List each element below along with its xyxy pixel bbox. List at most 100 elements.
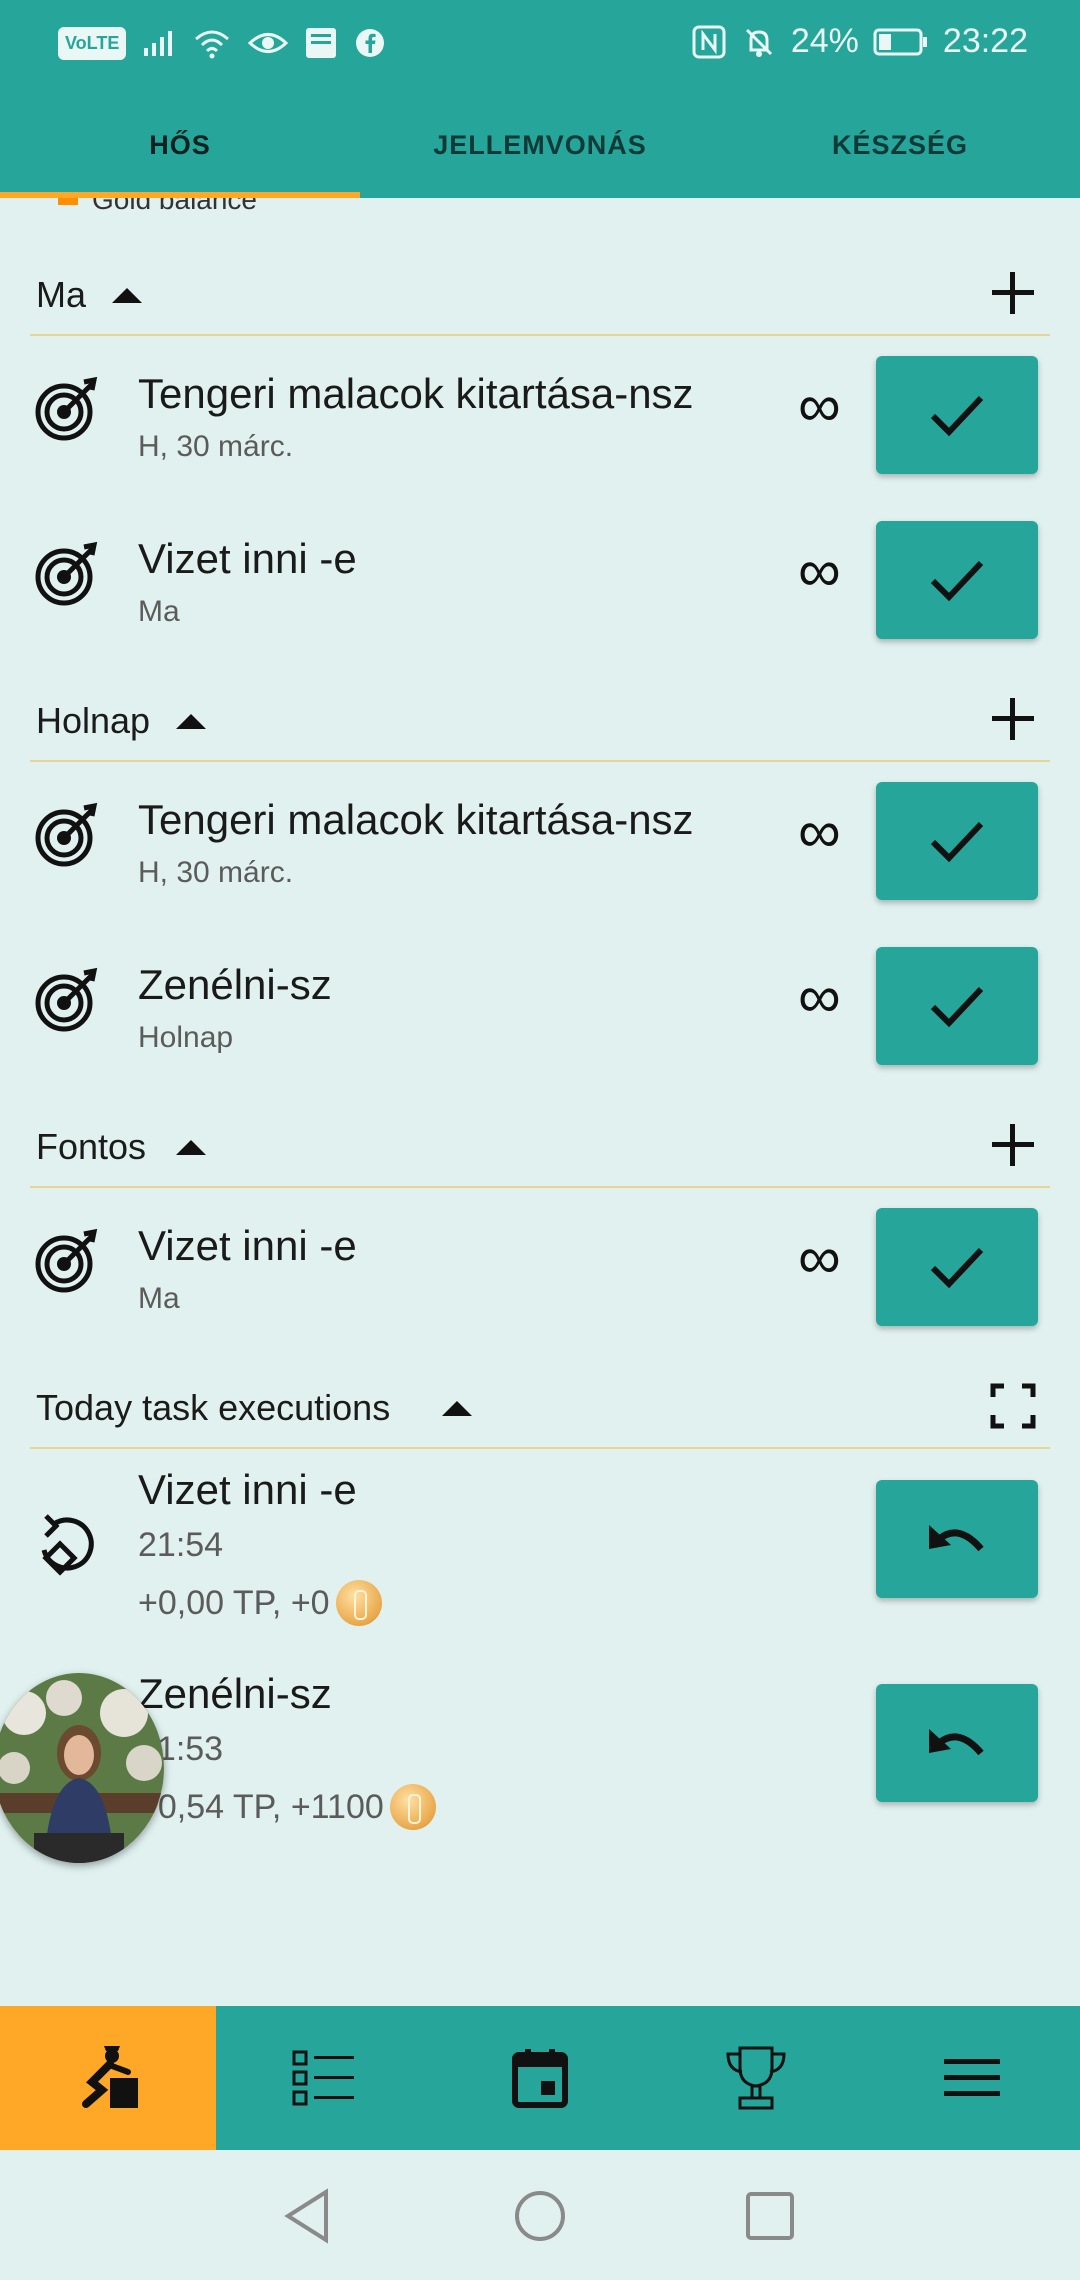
nav-achievements[interactable] — [648, 2006, 864, 2150]
hero-icon — [82, 2046, 138, 2108]
collapse-caret-icon[interactable] — [176, 714, 206, 729]
execution-reward: +0,00 TP, +0 — [138, 1580, 382, 1626]
plus-icon[interactable] — [988, 1120, 1038, 1170]
gold-coin-icon — [389, 1784, 436, 1830]
facebook-icon — [356, 29, 385, 57]
check-icon — [930, 986, 984, 1028]
complete-task-button[interactable] — [876, 782, 1038, 900]
collapse-caret-icon[interactable] — [442, 1401, 472, 1416]
eye-icon — [248, 33, 289, 53]
task-title: Tengeri malacok kitartása-nsz — [138, 370, 694, 417]
task-due-date: Ma — [138, 1282, 180, 1315]
tab-bar: HŐS JELLEMVONÁS KÉSZSÉG — [0, 92, 1080, 198]
reward-text: +0,00 TP, +0 — [138, 1583, 330, 1622]
undo-icon — [929, 1729, 984, 1756]
infinity-repeat-icon: ∞ — [798, 537, 841, 604]
tab-hero[interactable]: HŐS — [0, 92, 360, 198]
target-icon — [35, 541, 98, 606]
calendar-icon — [512, 2049, 568, 2108]
task-item[interactable]: Tengeri malacok kitartása-nsz H, 30 márc… — [0, 764, 1080, 924]
bible-app-icon — [306, 28, 337, 58]
plus-icon[interactable] — [988, 268, 1038, 318]
complete-task-button[interactable] — [876, 521, 1038, 639]
nav-hero[interactable] — [0, 2006, 216, 2150]
check-icon — [930, 821, 984, 863]
check-icon — [930, 1247, 984, 1289]
execution-time: 21:54 — [138, 1526, 224, 1564]
execution-title: Zenélni-sz — [138, 1670, 332, 1717]
task-due-date: H, 30 márc. — [138, 430, 294, 463]
task-title: Vizet inni -e — [138, 535, 357, 582]
undo-execution-button[interactable] — [876, 1684, 1038, 1802]
section-header-today: Ma — [30, 250, 1050, 336]
target-icon — [35, 802, 98, 867]
recurring-task-icon — [41, 1514, 94, 1576]
target-icon — [35, 376, 98, 441]
infinity-repeat-icon: ∞ — [798, 372, 841, 439]
task-title: Vizet inni -e — [138, 1222, 357, 1269]
gold-bar-icon — [58, 198, 78, 205]
bell-off-icon — [745, 28, 772, 57]
fullscreen-icon[interactable] — [988, 1381, 1038, 1431]
check-icon — [930, 560, 984, 602]
execution-reward: +0,54 TP, +1100 — [138, 1784, 436, 1830]
task-due-date: Ma — [138, 595, 180, 628]
nav-tasks[interactable] — [216, 2006, 432, 2150]
section-title: Fontos — [36, 1126, 147, 1167]
infinity-repeat-icon: ∞ — [798, 1224, 841, 1291]
trophy-icon — [726, 2046, 786, 2110]
execution-title: Vizet inni -e — [138, 1466, 357, 1513]
task-due-date: Holnap — [138, 1021, 234, 1054]
status-bar: VoLTE 24% 23:22 — [0, 0, 1080, 92]
tab-skills[interactable]: KÉSZSÉG — [720, 92, 1080, 198]
undo-execution-button[interactable] — [876, 1480, 1038, 1598]
section-title: Today task executions — [36, 1387, 391, 1428]
main-content[interactable]: Gold balance Ma Tengeri malacok kitartás… — [0, 198, 1080, 2006]
infinity-repeat-icon: ∞ — [798, 963, 841, 1030]
complete-task-button[interactable] — [876, 1208, 1038, 1326]
section-header-important: Fontos — [30, 1102, 1050, 1188]
task-item[interactable]: Zenélni-sz Holnap ∞ — [0, 929, 1080, 1089]
avatar-photo — [0, 1673, 164, 1863]
recents-icon[interactable] — [742, 2188, 798, 2244]
back-icon[interactable] — [280, 2188, 336, 2244]
task-due-date: H, 30 márc. — [138, 856, 294, 889]
task-title: Tengeri malacok kitartása-nsz — [138, 796, 694, 843]
wifi-icon — [195, 30, 230, 59]
gold-coin-icon — [335, 1580, 382, 1626]
undo-icon — [929, 1525, 984, 1552]
task-item[interactable]: Tengeri malacok kitartása-nsz H, 30 márc… — [0, 338, 1080, 498]
section-header-tomorrow: Holnap — [30, 676, 1050, 762]
volte-indicator: VoLTE — [58, 26, 127, 60]
task-item[interactable]: Vizet inni -e Ma ∞ — [0, 503, 1080, 663]
list-icon — [292, 2050, 354, 2106]
tab-traits[interactable]: JELLEMVONÁS — [360, 92, 720, 198]
signal-icon — [144, 31, 173, 56]
section-title: Holnap — [36, 700, 151, 741]
target-icon — [35, 967, 98, 1032]
nav-calendar[interactable] — [432, 2006, 648, 2150]
collapse-caret-icon[interactable] — [176, 1140, 206, 1155]
collapse-caret-icon[interactable] — [112, 288, 142, 303]
nfc-icon — [692, 25, 726, 58]
section-title: Ma — [36, 274, 87, 315]
complete-task-button[interactable] — [876, 947, 1038, 1065]
execution-item[interactable]: Vizet inni -e 21:54 +0,00 TP, +0 — [0, 1456, 1080, 1656]
complete-task-button[interactable] — [876, 356, 1038, 474]
task-item[interactable]: Vizet inni -e Ma ∞ — [0, 1190, 1080, 1350]
battery-icon — [873, 28, 927, 55]
nav-menu[interactable] — [864, 2006, 1080, 2150]
plus-icon[interactable] — [988, 694, 1038, 744]
section-header-executions: Today task executions — [30, 1363, 1050, 1449]
target-icon — [35, 1228, 98, 1293]
system-navigation-bar — [0, 2150, 1080, 2280]
gold-balance-label: Gold balance — [92, 198, 258, 215]
battery-percent: 24% — [790, 22, 859, 60]
menu-icon — [944, 2059, 1000, 2096]
reward-text: +0,54 TP, +1100 — [138, 1787, 384, 1826]
task-title: Zenélni-sz — [138, 961, 332, 1008]
check-icon — [930, 395, 984, 437]
bottom-navigation — [0, 2006, 1080, 2150]
home-icon[interactable] — [512, 2188, 568, 2244]
avatar[interactable] — [0, 1673, 164, 1863]
